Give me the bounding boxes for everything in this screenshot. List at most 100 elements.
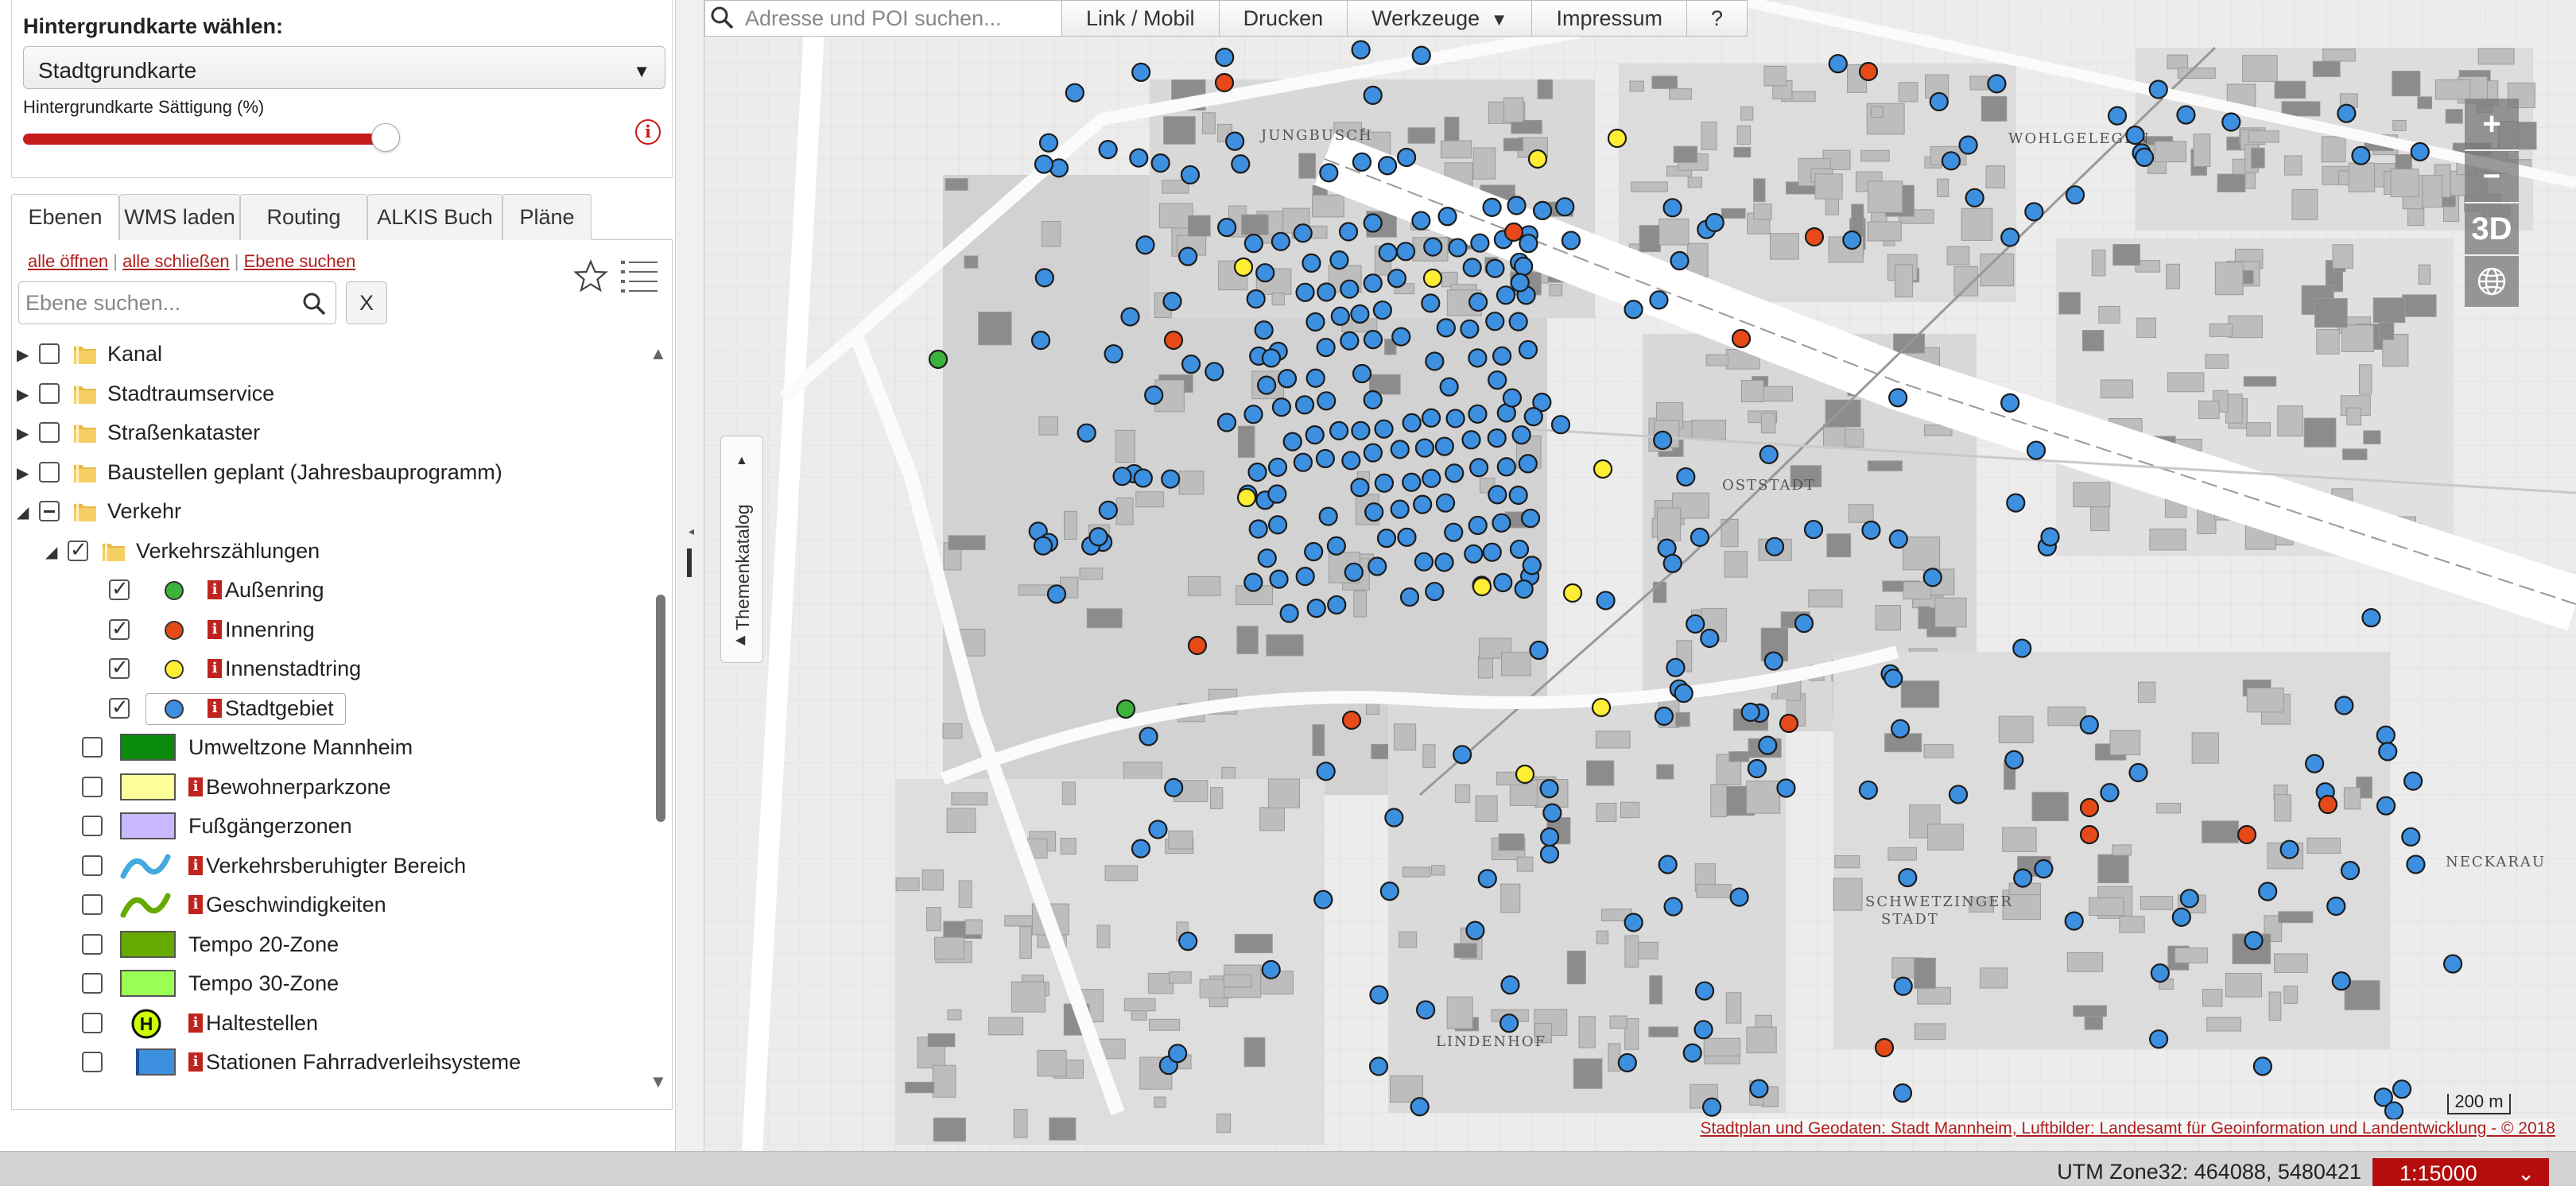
stadtgebiet-count-marker[interactable] [1390,499,1410,519]
innenring-count-marker[interactable] [2237,824,2257,845]
stadtgebiet-count-marker[interactable] [2179,889,2199,909]
stadtgebiet-count-marker[interactable] [1350,478,1370,498]
stadtgebiet-count-marker[interactable] [1402,472,1422,492]
stadtgebiet-count-marker[interactable] [1135,235,1155,255]
info-icon[interactable]: i [635,119,661,145]
stadtgebiet-count-marker[interactable] [1539,827,1560,847]
saturation-slider-track[interactable] [23,134,386,145]
layer-row-verkehr[interactable]: ◢ Verkehr [12,496,640,528]
stadtgebiet-count-marker[interactable] [1340,279,1360,299]
stadtgebiet-count-marker[interactable] [1402,413,1422,433]
stadtgebiet-count-marker[interactable] [1624,300,1643,320]
help-button[interactable]: ? [1687,0,1748,37]
stadtgebiet-count-marker[interactable] [1246,289,1266,309]
stadtgebiet-count-marker[interactable] [1261,348,1282,368]
triangle-right-icon[interactable]: ▶ [17,463,29,483]
layer-checkbox[interactable] [82,816,103,836]
stadtgebiet-count-marker[interactable] [2351,145,2371,165]
stadtgebiet-count-marker[interactable] [2392,1079,2412,1099]
layer-info-icon[interactable]: i [208,659,222,678]
stadtgebiet-count-marker[interactable] [2148,79,2168,99]
stadtgebiet-count-marker[interactable] [1363,443,1383,463]
stadtgebiet-count-marker[interactable] [1514,256,1534,277]
tab-alkis-buch[interactable]: ALKIS Buch [367,194,502,240]
stadtgebiet-count-marker[interactable] [1368,556,1387,576]
layer-row-stationen-fahrradverleihsysteme[interactable]: i Stationen Fahrradverleihsysteme [12,1047,640,1079]
stadtgebiet-count-marker[interactable] [1670,250,1690,271]
stadtgebiet-count-marker[interactable] [1514,579,1534,599]
layer-checkbox[interactable] [68,537,88,562]
stadtgebiet-count-marker[interactable] [1351,421,1371,440]
stadtgebiet-count-marker[interactable] [1034,268,1054,288]
list-view-icon[interactable] [619,258,659,296]
layer-row-innenstadtring[interactable]: iInnenstadtring [12,653,640,685]
innenring-count-marker[interactable] [1163,330,1184,351]
stadtgebiet-count-marker[interactable] [1763,651,1783,671]
stadtgebiet-count-marker[interactable] [1436,318,1456,338]
stadtgebiet-count-marker[interactable] [1509,539,1530,560]
layer-checkbox[interactable] [82,737,103,758]
stadtgebiet-count-marker[interactable] [2221,112,2241,132]
scroll-down-icon[interactable]: ▼ [650,1072,667,1092]
stadtgebiet-count-marker[interactable] [1384,808,1404,827]
stadtgebiet-count-marker[interactable] [1164,777,1184,797]
innenstadtring-count-marker[interactable] [1562,583,1583,603]
stadtgebiet-count-marker[interactable] [1493,572,1513,592]
stadtgebiet-count-marker[interactable] [1350,304,1370,324]
stadtgebiet-count-marker[interactable] [1496,285,1516,305]
stadtgebiet-count-marker[interactable] [1929,91,1949,112]
stadtgebiet-count-marker[interactable] [2012,638,2032,658]
stadtgebiet-count-marker[interactable] [1561,231,1581,250]
stadtgebiet-count-marker[interactable] [1518,454,1538,474]
layer-row-kanal[interactable]: ▶ Kanal [12,339,640,370]
layer-checkbox[interactable] [109,695,130,719]
innenring-count-marker[interactable] [1874,1037,1895,1058]
stadtgebiet-count-marker[interactable] [1470,233,1490,253]
innenring-count-marker[interactable] [2318,794,2338,815]
stadtgebiet-count-marker[interactable] [1243,234,1263,254]
stadtgebiet-count-marker[interactable] [1507,196,1527,215]
stadtgebiet-count-marker[interactable] [2442,954,2463,974]
stadtgebiet-count-marker[interactable] [1492,513,1511,533]
layer-row-tempo-30-zone[interactable]: Tempo 30-Zone [12,968,640,1000]
search-icon[interactable] [302,292,326,316]
stadtgebiet-count-marker[interactable] [2337,103,2357,123]
stadtgebiet-count-marker[interactable] [1352,363,1372,384]
collapse-arrow-icon[interactable]: ◂ [689,525,694,538]
saturation-slider-handle[interactable] [371,123,400,152]
layer-info-icon[interactable]: i [188,1013,203,1033]
layer-checkbox[interactable] [82,776,103,797]
stadtgebiet-count-marker[interactable] [1550,415,1571,435]
stadtgebiet-count-marker[interactable] [1374,419,1394,439]
stadtgebiet-count-marker[interactable] [1488,485,1507,505]
stadtgebiet-count-marker[interactable] [1511,425,1531,445]
stadtgebiet-count-marker[interactable] [1294,395,1315,415]
tab-routing[interactable]: Routing [240,194,367,240]
close-all-link[interactable]: alle schließen [122,251,230,271]
innenstadtring-count-marker[interactable] [1591,697,1612,718]
layer-info-icon[interactable]: i [188,895,203,914]
stadtgebiet-count-marker[interactable] [1649,290,1669,310]
stadtgebiet-count-marker[interactable] [1445,409,1465,428]
stadtgebiet-count-marker[interactable] [1922,568,1942,587]
stadtgebiet-count-marker[interactable] [1033,536,1053,556]
stadtgebiet-count-marker[interactable] [1434,436,1454,456]
layer-row-baustellen-geplant-jahresbauprogramm[interactable]: ▶ Baustellen geplant (Jahresbauprogramm) [12,457,640,489]
stadtgebiet-count-marker[interactable] [1654,706,1674,727]
stadtgebiet-count-marker[interactable] [1391,327,1411,347]
stadtgebiet-count-marker[interactable] [1529,640,1549,661]
stadtgebiet-count-marker[interactable] [1038,133,1059,153]
stadtgebiet-count-marker[interactable] [1387,269,1407,289]
stadtgebiet-count-marker[interactable] [2065,185,2085,205]
stadtgebiet-count-marker[interactable] [1178,246,1198,266]
stadtgebiet-count-marker[interactable] [1315,448,1336,469]
layer-info-icon[interactable]: i [188,1052,203,1072]
innenring-count-marker[interactable] [1858,61,1879,82]
stadtgebiet-count-marker[interactable] [1414,552,1434,572]
stadtgebiet-count-marker[interactable] [1161,469,1181,489]
stadtgebiet-count-marker[interactable] [1133,468,1153,488]
stadtgebiet-count-marker[interactable] [1662,553,1682,573]
stadtgebiet-count-marker[interactable] [1374,473,1395,493]
stadtgebiet-count-marker[interactable] [2040,527,2060,547]
stadtgebiet-count-marker[interactable] [1144,385,1164,405]
